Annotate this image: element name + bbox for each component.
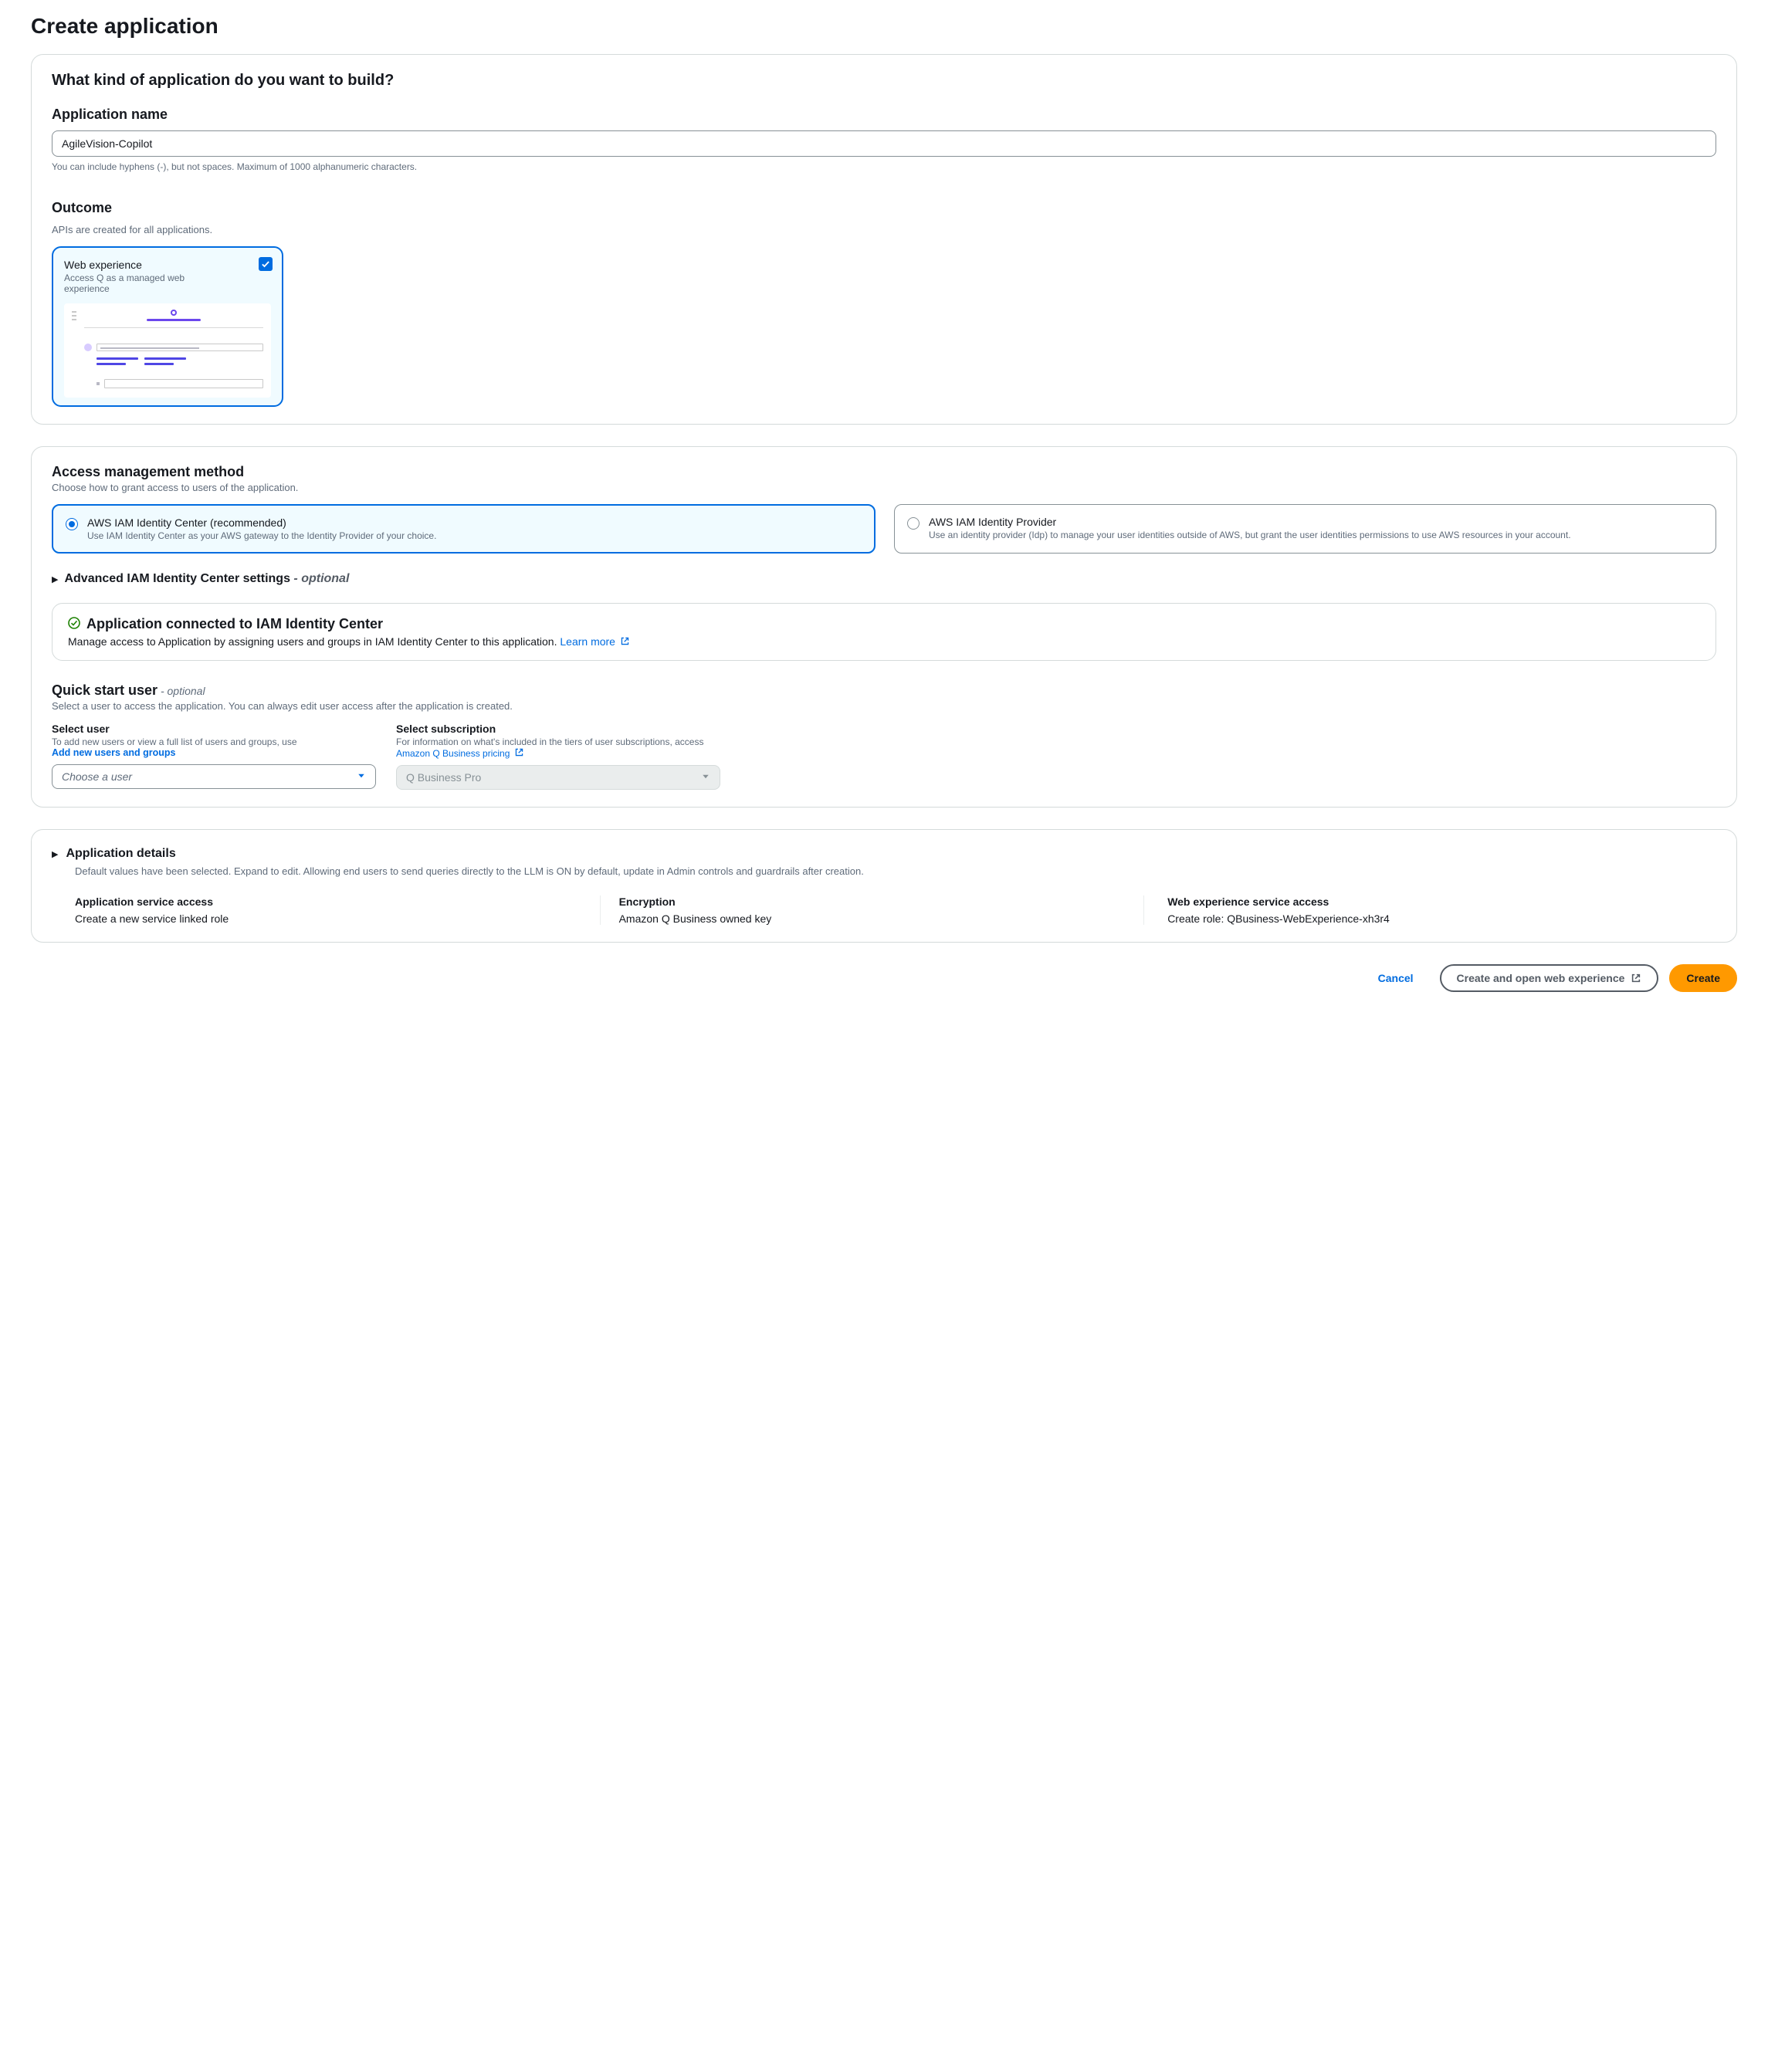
checkmark-icon (259, 257, 273, 271)
outcome-card-title: Web experience (64, 259, 271, 271)
outcome-card-web-experience[interactable]: Web experience Access Q as a managed web… (52, 246, 283, 407)
web-exp-access-value: Create role: QBusiness-WebExperience-xh3… (1167, 912, 1698, 925)
radio-1-title: AWS IAM Identity Center (recommended) (87, 516, 436, 529)
application-name-hint: You can include hyphens (-), but not spa… (52, 161, 1716, 172)
external-link-icon (620, 636, 630, 646)
radio-2-desc: Use an identity provider (Idp) to manage… (929, 530, 1571, 540)
kind-panel: What kind of application do you want to … (31, 54, 1737, 425)
outcome-hint: APIs are created for all applications. (52, 224, 1716, 235)
application-name-input[interactable] (52, 130, 1716, 157)
status-desc: Manage access to Application by assignin… (68, 635, 560, 648)
connection-status-box: Application connected to IAM Identity Ce… (52, 603, 1716, 661)
app-service-access-label: Application service access (75, 895, 581, 908)
details-heading: Application details (66, 847, 175, 861)
radio-icon (907, 517, 920, 530)
status-title: Application connected to IAM Identity Ce… (86, 616, 383, 632)
radio-2-title: AWS IAM Identity Provider (929, 516, 1571, 528)
learn-more-link[interactable]: Learn more (560, 635, 629, 648)
select-subscription-dropdown: Q Business Pro (396, 765, 720, 790)
select-subscription-hint: For information on what's included in th… (396, 736, 703, 747)
external-link-icon (1631, 973, 1641, 984)
encryption-value: Amazon Q Business owned key (619, 912, 1126, 925)
access-heading: Access management method (52, 464, 1716, 480)
radio-iam-identity-provider[interactable]: AWS IAM Identity Provider Use an identit… (894, 504, 1716, 554)
cancel-button[interactable]: Cancel (1363, 966, 1429, 990)
success-check-icon (68, 617, 80, 631)
advanced-label: Advanced IAM Identity Center settings (64, 572, 290, 585)
page-title: Create application (31, 14, 1737, 39)
select-user-placeholder: Choose a user (62, 770, 132, 783)
web-exp-access-label: Web experience service access (1167, 895, 1698, 908)
radio-1-desc: Use IAM Identity Center as your AWS gate… (87, 530, 436, 541)
quick-start-heading: Quick start user (52, 682, 157, 698)
create-and-open-button[interactable]: Create and open web experience (1440, 964, 1659, 992)
access-sub: Choose how to grant access to users of t… (52, 482, 1716, 493)
access-panel: Access management method Choose how to g… (31, 446, 1737, 807)
caret-down-icon (357, 770, 366, 783)
application-name-label: Application name (52, 107, 1716, 123)
application-details-expander[interactable]: ▶ Application details (52, 847, 1716, 861)
select-subscription-placeholder: Q Business Pro (406, 771, 481, 784)
select-user-hint: To add new users or view a full list of … (52, 736, 297, 747)
caret-down-icon (701, 771, 710, 784)
details-sub: Default values have been selected. Expan… (75, 865, 1716, 877)
quick-start-sub: Select a user to access the application.… (52, 700, 1716, 712)
caret-right-icon: ▶ (52, 849, 58, 859)
advanced-settings-expander[interactable]: ▶ Advanced IAM Identity Center settings … (52, 572, 1716, 586)
select-subscription-label: Select subscription (396, 723, 720, 735)
outcome-card-desc: Access Q as a managed web experience (64, 273, 195, 294)
caret-right-icon: ▶ (52, 574, 58, 584)
create-button[interactable]: Create (1669, 964, 1737, 992)
external-link-icon (514, 747, 524, 757)
outcome-preview (64, 303, 271, 398)
outcome-label: Outcome (52, 200, 1716, 216)
app-service-access-value: Create a new service linked role (75, 912, 581, 925)
select-user-label: Select user (52, 723, 376, 735)
pricing-link[interactable]: Amazon Q Business pricing (396, 748, 524, 759)
radio-icon (66, 518, 78, 530)
application-details-panel: ▶ Application details Default values hav… (31, 829, 1737, 943)
kind-heading: What kind of application do you want to … (52, 72, 1716, 90)
select-user-dropdown[interactable]: Choose a user (52, 764, 376, 789)
encryption-label: Encryption (619, 895, 1126, 908)
radio-iam-identity-center[interactable]: AWS IAM Identity Center (recommended) Us… (52, 504, 876, 554)
add-users-link[interactable]: Add new users and groups (52, 747, 175, 758)
footer-actions: Cancel Create and open web experience Cr… (31, 964, 1737, 992)
